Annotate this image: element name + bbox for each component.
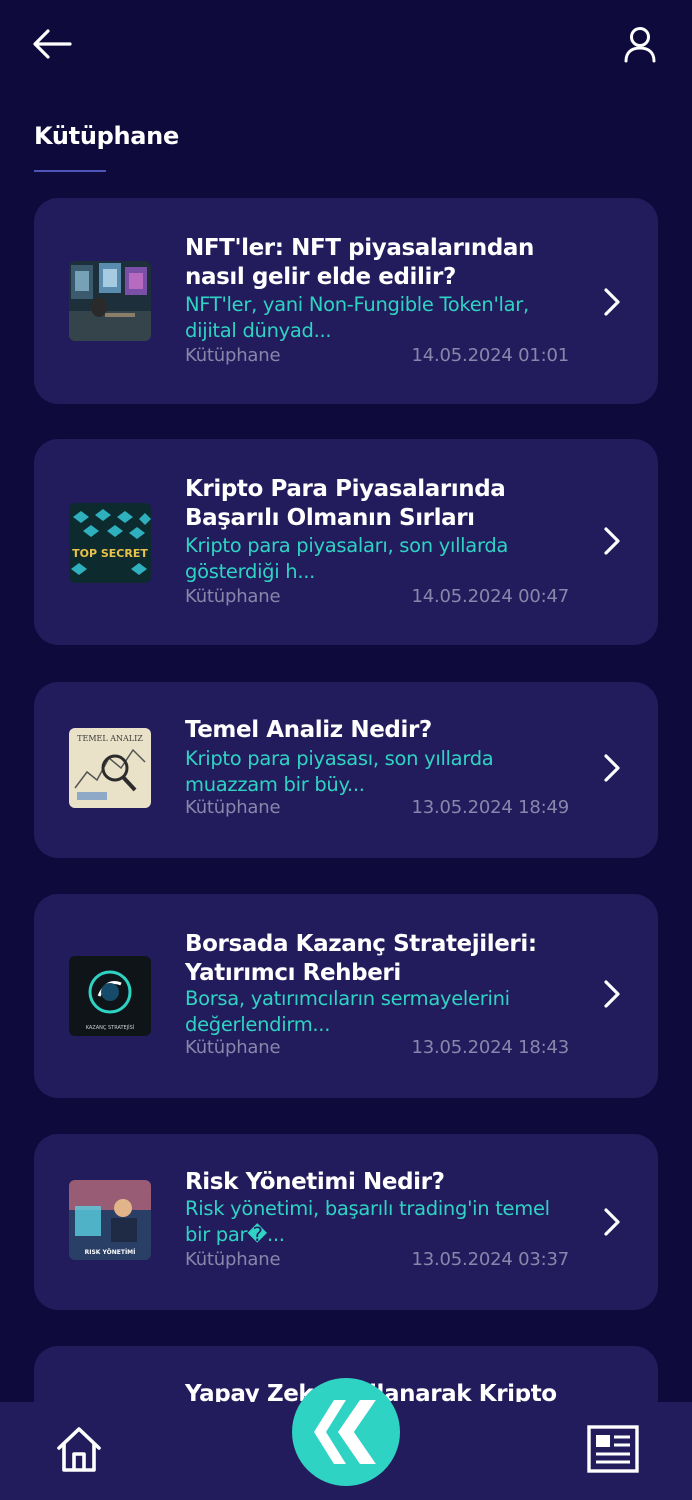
chevron-right-icon <box>604 980 620 1008</box>
article-category: Kütüphane <box>185 797 281 818</box>
article-category: Kütüphane <box>185 1037 281 1058</box>
article-date: 13.05.2024 03:37 <box>411 1249 570 1270</box>
profile-button[interactable] <box>620 24 660 64</box>
article-date: 13.05.2024 18:49 <box>411 797 570 818</box>
chevron-right-icon <box>604 1208 620 1236</box>
chevron-right-icon <box>604 527 620 555</box>
article-snippet: Kripto para piyasası, son yıllarda muazz… <box>185 747 494 796</box>
article-snippet: NFT'ler, yani Non-Fungible Token'lar, di… <box>185 293 529 342</box>
article-date: 13.05.2024 18:43 <box>411 1037 570 1058</box>
article-title: NFT'ler: NFT piyasalarından nasıl gelir … <box>185 235 535 290</box>
thumbnail-caption: RISK YÖNETİMİ <box>85 1249 136 1256</box>
back-button[interactable] <box>30 26 74 62</box>
page-title: Kütüphane <box>34 122 179 150</box>
title-underline <box>34 170 106 172</box>
article-thumbnail: TOP SECRET <box>69 503 151 583</box>
article-list: NFT'ler: NFT piyasalarından nasıl gelir … <box>34 198 658 1402</box>
article-thumbnail: TEMEL ANALIZ <box>69 728 151 808</box>
k-logo-icon <box>314 1400 380 1464</box>
brand-logo-button[interactable] <box>292 1378 400 1486</box>
article-title: Risk Yönetimi Nedir? <box>185 1169 445 1195</box>
article-thumbnail <box>69 261 151 341</box>
thumbnail-caption: TOP SECRET <box>72 547 148 560</box>
article-card[interactable]: TOP SECRET Kripto Para Piyasalarında Baş… <box>34 439 658 645</box>
article-title: Temel Analiz Nedir? <box>185 717 432 743</box>
article-title: Borsada Kazanç Stratejileri: Yatırımcı R… <box>185 931 537 986</box>
article-date: 14.05.2024 00:47 <box>411 586 570 607</box>
article-card[interactable]: NFT'ler: NFT piyasalarından nasıl gelir … <box>34 198 658 404</box>
article-card[interactable]: TEMEL ANALIZ Temel Analiz Nedir? Kripto … <box>34 682 658 858</box>
article-card[interactable]: RISK YÖNETİMİ Risk Yönetimi Nedir? Risk … <box>34 1134 658 1310</box>
thumbnail-caption: KAZANÇ STRATEJİSİ <box>86 1024 135 1031</box>
user-icon <box>624 27 656 63</box>
article-snippet: Risk yönetimi, başarılı trading'in temel… <box>185 1197 550 1246</box>
article-title: Kripto Para Piyasalarında Başarılı Olman… <box>185 476 506 531</box>
article-thumbnail: RISK YÖNETİMİ <box>69 1180 151 1260</box>
top-bar <box>0 0 692 100</box>
library-screen: Kütüphane NFT'ler: NFT piyasalarından na… <box>0 0 692 1500</box>
article-snippet: Borsa, yatırımcıların sermayelerini değe… <box>185 987 510 1036</box>
thumbnail-caption: TEMEL ANALIZ <box>77 734 143 743</box>
article-date: 14.05.2024 01:01 <box>411 345 570 366</box>
article-card[interactable]: KAZANÇ STRATEJİSİ Borsada Kazanç Stratej… <box>34 894 658 1098</box>
article-snippet: Kripto para piyasaları, son yıllarda gös… <box>185 534 509 583</box>
chevron-right-icon <box>604 754 620 782</box>
newspaper-icon <box>587 1425 639 1473</box>
arrow-left-icon <box>33 29 72 59</box>
article-category: Kütüphane <box>185 586 281 607</box>
article-category: Kütüphane <box>185 1249 281 1270</box>
nav-home-button[interactable] <box>54 1424 104 1474</box>
nav-news-button[interactable] <box>586 1424 640 1474</box>
article-thumbnail: KAZANÇ STRATEJİSİ <box>69 956 151 1036</box>
article-category: Kütüphane <box>185 345 281 366</box>
home-icon <box>57 1427 101 1472</box>
chevron-right-icon <box>604 288 620 316</box>
